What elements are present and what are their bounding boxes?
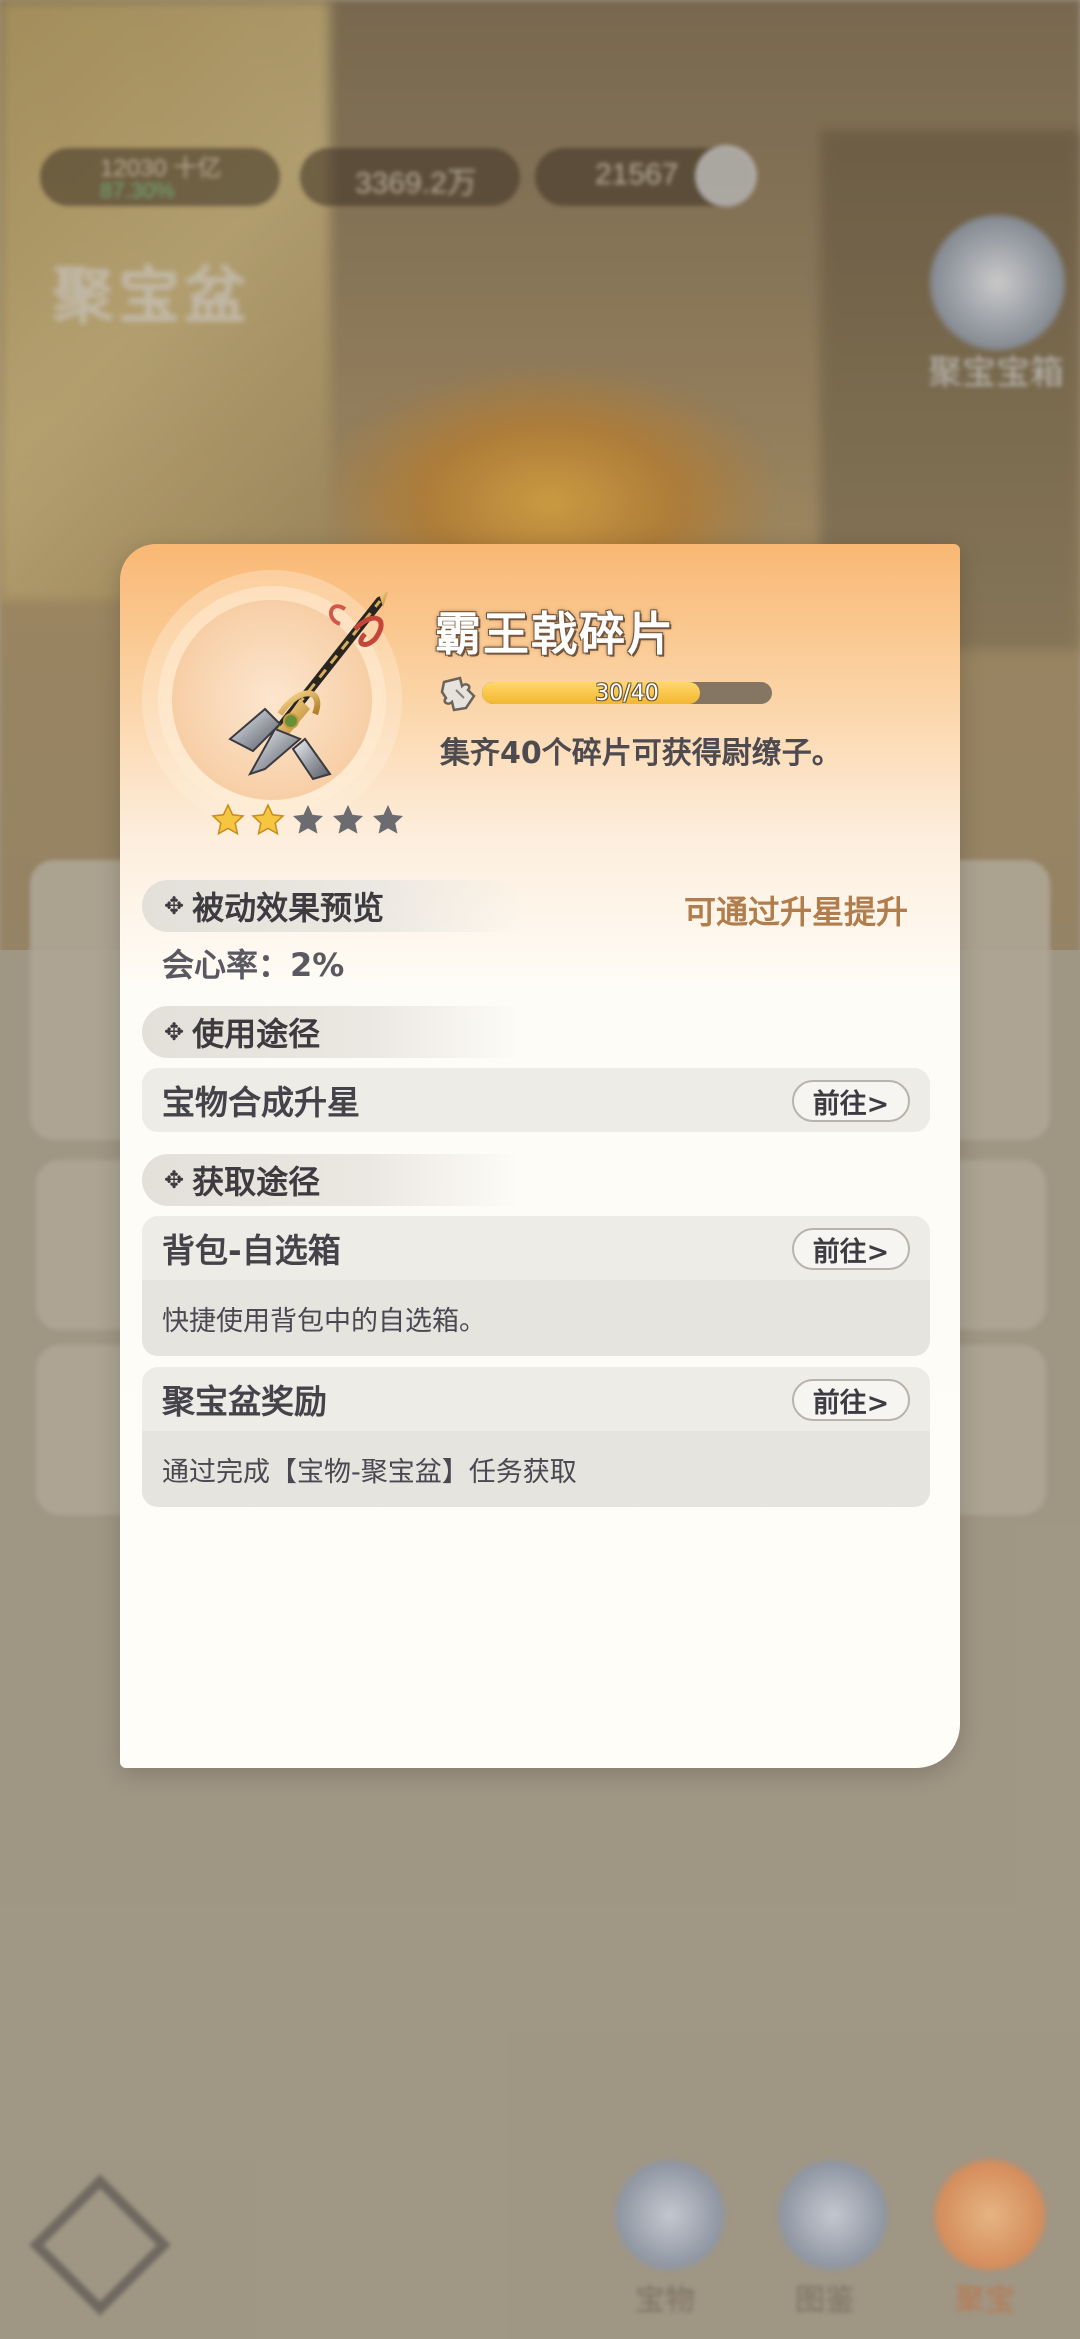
passive-section-header: ✥ 被动效果预览 [142,880,522,932]
crit-rate-text: 会心率：2% [162,946,345,984]
acquire-row-head: 背包-自选箱 前往> [142,1216,930,1280]
diamond-bullet-icon: ✥ [164,1166,185,1194]
acquire-row-title: 背包-自选箱 [162,1231,341,1270]
acquire-row-head: 聚宝盆奖励 前往> [142,1367,930,1431]
usage-row-head: 宝物合成升星 前往> [142,1068,930,1132]
halberd-icon [228,591,388,781]
fragment-icon [440,676,476,712]
upgrade-hint: 可通过升星提升 [683,893,908,931]
acquire-row-cornucopia: 聚宝盆奖励 前往> 通过完成【宝物-聚宝盆】任务获取 [142,1367,930,1507]
diamond-bullet-icon: ✥ [164,892,185,920]
star-empty-icon [293,805,323,834]
star-empty-icon [373,805,403,834]
diamond-bullet-icon: ✥ [164,1018,185,1046]
usage-row: 宝物合成升星 前往> [142,1068,930,1132]
usage-row-title: 宝物合成升星 [162,1083,360,1122]
passive-section-title: 被动效果预览 [192,889,385,927]
progress-text: 30/40 [595,682,659,704]
item-name: 霸王戟碎片 [435,607,675,661]
acquire-section-title: 获取途径 [192,1163,321,1201]
goto-button[interactable]: 前往> [792,1379,910,1421]
usage-section-title: 使用途径 [192,1015,321,1053]
item-detail-panel: 霸王戟碎片 30/40 集齐40个碎片可获得尉缭子。 ✥ 被动效果预览 可通过升… [120,544,960,1768]
acquire-row-desc: 快捷使用背包中的自选箱。 [142,1280,930,1356]
star-filled-icon [251,803,285,836]
acquire-section-header: ✥ 获取途径 [142,1154,522,1206]
star-empty-icon [333,805,363,834]
acquire-row-desc: 通过完成【宝物-聚宝盆】任务获取 [142,1431,930,1507]
acquire-row-backpack: 背包-自选箱 前往> 快捷使用背包中的自选箱。 [142,1216,930,1356]
fragment-progress-bar: 30/40 [482,682,772,704]
acquire-row-title: 聚宝盆奖励 [162,1382,327,1421]
usage-section-header: ✥ 使用途径 [142,1006,522,1058]
goto-button[interactable]: 前往> [792,1228,910,1270]
goto-button[interactable]: 前往> [792,1080,910,1122]
star-rating [210,802,406,842]
item-description: 集齐40个碎片可获得尉缭子。 [440,736,842,771]
star-filled-icon [211,803,245,836]
